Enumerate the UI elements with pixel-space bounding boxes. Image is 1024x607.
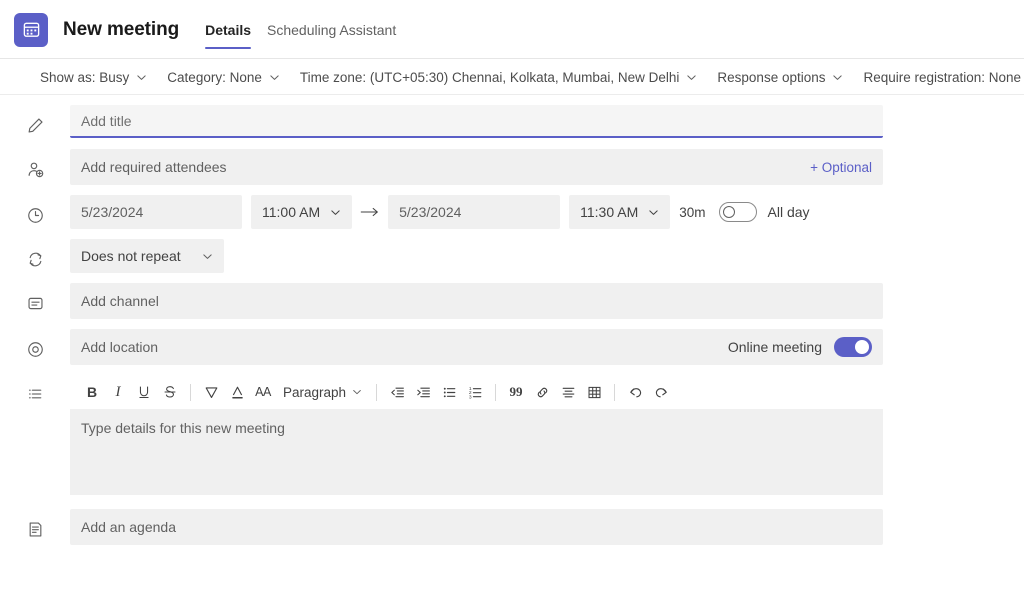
chevron-down-icon — [136, 72, 147, 83]
all-day-label: All day — [767, 204, 810, 220]
response-options-label: Response options — [717, 69, 826, 85]
bulleted-list-icon[interactable] — [436, 379, 462, 405]
bold-icon[interactable]: B — [79, 379, 105, 405]
highlight-icon[interactable] — [198, 379, 224, 405]
show-as-label: Show as: Busy — [40, 69, 130, 85]
chevron-down-icon — [648, 207, 659, 218]
chevron-down-icon — [202, 251, 213, 262]
redo-icon[interactable] — [648, 379, 674, 405]
tab-list: Details Scheduling Assistant — [197, 0, 404, 59]
tab-scheduling-assistant-label: Scheduling Assistant — [267, 21, 397, 38]
response-options-dropdown[interactable]: Response options — [707, 64, 853, 90]
tab-details-label: Details — [205, 21, 252, 38]
time-zone-label: Time zone: (UTC+05:30) Chennai, Kolkata,… — [299, 69, 680, 85]
repeat-icon — [0, 239, 70, 273]
start-date-input[interactable]: 5/23/2024 — [70, 195, 242, 229]
online-meeting-toggle[interactable] — [834, 337, 872, 357]
start-time-dropdown[interactable]: 11:00 AM — [251, 195, 353, 229]
agenda-row: Add an agenda — [0, 509, 1024, 545]
toolbar-divider — [614, 383, 616, 401]
category-dropdown[interactable]: Category: None — [157, 64, 290, 90]
meeting-form: Add title Add required attendees + Optio… — [0, 95, 1024, 545]
underline-icon[interactable] — [131, 379, 157, 405]
online-meeting-label: Online meeting — [727, 339, 822, 355]
italic-icon[interactable]: I — [105, 379, 131, 405]
details-row: B I AA Paragraph 1 2 3 99 Type details f… — [0, 375, 1024, 495]
add-person-icon — [0, 149, 70, 183]
duration-label: 30m — [679, 204, 706, 220]
range-arrow-icon — [352, 206, 388, 218]
options-bar: Show as: Busy Category: None Time zone: … — [0, 59, 1024, 95]
table-icon[interactable] — [581, 379, 607, 405]
attendees-row: Add required attendees + Optional — [0, 149, 1024, 185]
end-time-value: 11:30 AM — [580, 204, 639, 220]
title-row: Add title — [0, 105, 1024, 139]
align-icon[interactable] — [555, 379, 581, 405]
calendar-icon — [14, 12, 48, 47]
strikethrough-icon[interactable] — [157, 379, 183, 405]
chevron-down-icon — [832, 72, 843, 83]
repeat-dropdown[interactable]: Does not repeat — [70, 239, 224, 273]
require-registration-dropdown[interactable]: Require registration: None — [853, 64, 1024, 90]
title-input[interactable]: Add title — [70, 105, 883, 138]
all-day-toggle[interactable] — [718, 202, 757, 222]
tab-details[interactable]: Details — [197, 0, 259, 59]
agenda-icon — [0, 509, 70, 543]
chevron-down-icon — [330, 207, 341, 218]
link-icon[interactable] — [529, 379, 555, 405]
decrease-indent-icon[interactable] — [384, 379, 410, 405]
location-input[interactable]: Add location Online meeting — [70, 329, 883, 365]
quote-icon[interactable]: 99 — [503, 379, 529, 405]
options-bar-divider — [0, 94, 1024, 95]
svg-text:3: 3 — [468, 394, 471, 400]
location-placeholder: Add location — [81, 339, 159, 355]
editor-toolbar: B I AA Paragraph 1 2 3 99 — [70, 375, 883, 409]
agenda-input[interactable]: Add an agenda — [70, 509, 883, 545]
chevron-down-icon — [686, 72, 697, 83]
category-label: Category: None — [167, 69, 262, 85]
channel-row: Add channel — [0, 283, 1024, 319]
repeat-value: Does not repeat — [81, 248, 181, 264]
font-size-label: AA — [255, 385, 271, 399]
datetime-row: 5/23/2024 11:00 AM 5/23/2024 11:30 AM 30… — [0, 195, 1024, 229]
rich-text-editor: B I AA Paragraph 1 2 3 99 Type details f… — [70, 375, 883, 495]
tab-scheduling-assistant[interactable]: Scheduling Assistant — [259, 0, 404, 59]
increase-indent-icon[interactable] — [410, 379, 436, 405]
new-meeting-window: New meeting Details Scheduling Assistant… — [0, 0, 1024, 607]
repeat-row: Does not repeat — [0, 239, 1024, 273]
channel-icon — [0, 283, 70, 317]
chevron-down-icon — [269, 72, 280, 83]
font-color-icon[interactable] — [224, 379, 250, 405]
list-icon — [0, 375, 70, 409]
end-time-dropdown[interactable]: 11:30 AM — [569, 195, 671, 229]
paragraph-style-dropdown[interactable]: Paragraph — [276, 379, 369, 405]
undo-icon[interactable] — [622, 379, 648, 405]
all-day-toggle-knob — [722, 206, 735, 218]
show-as-dropdown[interactable]: Show as: Busy — [30, 64, 157, 90]
location-row: Add location Online meeting — [0, 329, 1024, 365]
toolbar-divider — [190, 383, 191, 401]
chevron-down-icon — [352, 385, 362, 400]
pencil-icon — [0, 105, 70, 139]
attendees-placeholder: Add required attendees — [81, 159, 227, 175]
channel-input[interactable]: Add channel — [70, 283, 883, 319]
location-icon — [0, 329, 70, 363]
require-registration-label: Require registration: None — [863, 69, 1022, 85]
header: New meeting Details Scheduling Assistant — [0, 0, 1024, 59]
paragraph-style-label: Paragraph — [283, 384, 347, 400]
start-time-value: 11:00 AM — [262, 204, 321, 220]
toolbar-divider — [495, 383, 497, 401]
attendees-input[interactable]: Add required attendees + Optional — [70, 149, 883, 185]
page-title: New meeting — [63, 18, 180, 40]
time-zone-dropdown[interactable]: Time zone: (UTC+05:30) Chennai, Kolkata,… — [290, 64, 708, 90]
end-date-input[interactable]: 5/23/2024 — [388, 195, 561, 229]
toolbar-divider — [376, 383, 378, 401]
numbered-list-icon[interactable]: 1 2 3 — [462, 379, 488, 405]
online-meeting-toggle-knob — [855, 340, 869, 354]
clock-icon — [0, 195, 70, 229]
font-size-icon[interactable]: AA — [250, 379, 276, 405]
details-textarea[interactable]: Type details for this new meeting — [70, 409, 883, 495]
add-optional-attendees-button[interactable]: + Optional — [810, 160, 872, 175]
